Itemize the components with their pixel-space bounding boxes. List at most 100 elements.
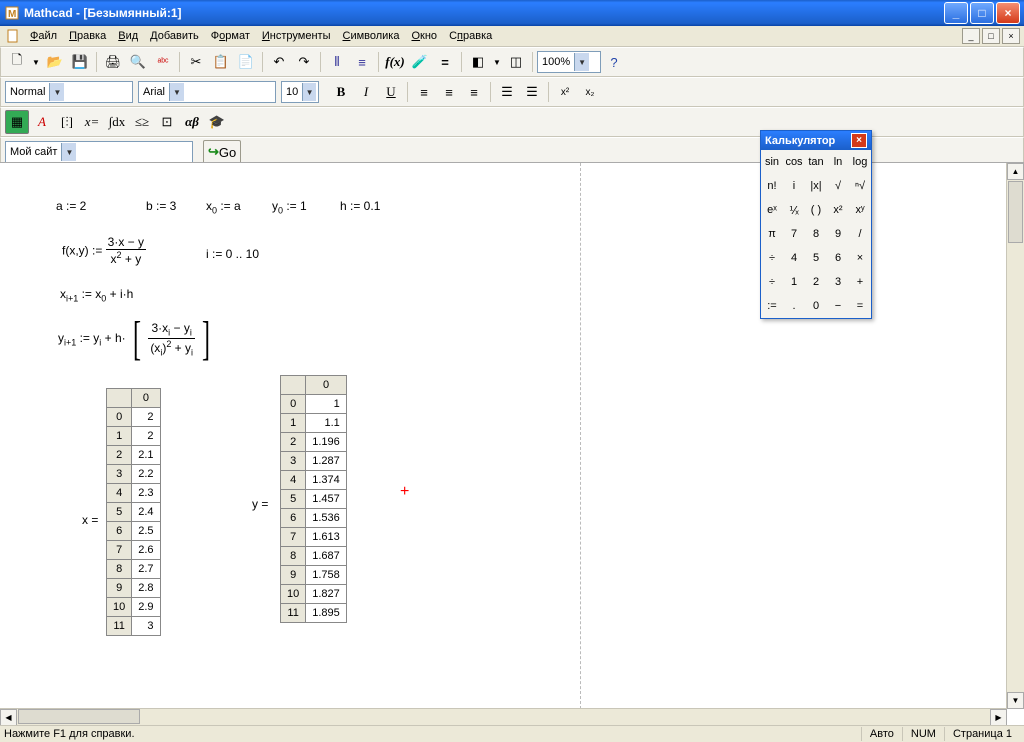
new-button[interactable]: 🗋 xyxy=(5,50,29,74)
table-row[interactable]: 01 xyxy=(281,395,347,414)
palette-key-2[interactable]: 2 xyxy=(805,270,827,294)
palette-key-n[interactable]: n! xyxy=(761,174,783,198)
palette-key-6[interactable]: 6 xyxy=(827,246,849,270)
palette-key-0[interactable]: 0 xyxy=(805,294,827,318)
open-button[interactable]: 📂 xyxy=(43,50,67,74)
table-row[interactable]: 41.374 xyxy=(281,471,347,490)
table-row[interactable]: 113 xyxy=(107,617,161,636)
table-row[interactable]: 81.687 xyxy=(281,547,347,566)
calculus-palette-button[interactable]: ∫dx xyxy=(105,110,129,134)
eq-yrec[interactable]: yi+1 := yi + h· [ 3·xi − yi (xi)2 + yi ] xyxy=(58,319,214,359)
palette-key-[interactable]: ( ) xyxy=(805,198,827,222)
palette-key-[interactable]: ÷ xyxy=(761,246,783,270)
table-row[interactable]: 52.4 xyxy=(107,503,161,522)
menu-view[interactable]: Вид xyxy=(112,28,144,44)
programming-palette-button[interactable]: ⊡ xyxy=(155,110,179,134)
eq-i[interactable]: i := 0 .. 10 xyxy=(206,247,259,261)
menu-symbolics[interactable]: Символика xyxy=(336,28,405,44)
palette-key-[interactable]: = xyxy=(849,294,871,318)
palette-key-[interactable]: := xyxy=(761,294,783,318)
palette-key-8[interactable]: 8 xyxy=(805,222,827,246)
palette-key-[interactable]: ⅟ₓ xyxy=(783,198,805,222)
units-button[interactable]: 🧪 xyxy=(408,50,432,74)
palette-key-ln[interactable]: ln xyxy=(827,150,849,174)
table-row[interactable]: 72.6 xyxy=(107,541,161,560)
eq-b[interactable]: b := 3 xyxy=(146,199,176,213)
preview-button[interactable]: 🔍 xyxy=(126,50,150,74)
aligncol-button[interactable]: ⫴ xyxy=(325,50,349,74)
scroll-up-button[interactable]: ▲ xyxy=(1007,163,1024,180)
table-row[interactable]: 111.895 xyxy=(281,604,347,623)
palette-key-e[interactable]: eˣ xyxy=(761,198,783,222)
aligncenter-button[interactable]: ≡ xyxy=(437,80,461,104)
table-row[interactable]: 101.827 xyxy=(281,585,347,604)
palette-key-3[interactable]: 3 xyxy=(827,270,849,294)
palette-key-x[interactable]: |x| xyxy=(805,174,827,198)
palette-titlebar[interactable]: Калькулятор × xyxy=(761,131,871,150)
x-table[interactable]: 0 021222.132.242.352.462.572.682.792.810… xyxy=(106,388,161,636)
calculator-palette[interactable]: Калькулятор × sincostanlnlogn!i|x|√ⁿ√eˣ⅟… xyxy=(760,130,872,319)
calc-button[interactable]: = xyxy=(433,50,457,74)
table-row[interactable]: 82.7 xyxy=(107,560,161,579)
style-select[interactable]: Normal▼ xyxy=(5,81,133,103)
table-row[interactable]: 11.1 xyxy=(281,414,347,433)
superscript-button[interactable]: x² xyxy=(553,80,577,104)
greek-palette-button[interactable]: αβ xyxy=(180,110,204,134)
function-button[interactable]: f(x) xyxy=(383,50,407,74)
palette-key-9[interactable]: 9 xyxy=(827,222,849,246)
y-table[interactable]: 0 0111.121.19631.28741.37451.45761.53671… xyxy=(280,375,347,623)
table-row[interactable]: 51.457 xyxy=(281,490,347,509)
palette-key-[interactable]: . xyxy=(783,294,805,318)
table-row[interactable]: 02 xyxy=(107,408,161,427)
alignleft-button[interactable]: ≡ xyxy=(412,80,436,104)
palette-key-tan[interactable]: tan xyxy=(805,150,827,174)
doc-minimize-button[interactable]: _ xyxy=(962,28,980,44)
scroll-down-button[interactable]: ▼ xyxy=(1007,692,1024,709)
print-button[interactable]: 🖨 xyxy=(101,50,125,74)
zoom-select[interactable]: 100%▼ xyxy=(537,51,601,73)
eq-h[interactable]: h := 0.1 xyxy=(340,199,380,213)
calculator-palette-button[interactable]: ▦ xyxy=(5,110,29,134)
eq-xrec[interactable]: xi+1 := x0 + i·h xyxy=(60,287,133,303)
table-row[interactable]: 62.5 xyxy=(107,522,161,541)
subscript-button[interactable]: x₂ xyxy=(578,80,602,104)
new-dropdown[interactable]: ▼ xyxy=(30,50,42,74)
palette-key-[interactable]: + xyxy=(849,270,871,294)
menu-window[interactable]: Окно xyxy=(405,28,443,44)
bullets-button[interactable]: ☰ xyxy=(495,80,519,104)
symbolic-palette-button[interactable]: 🎓 xyxy=(205,110,229,134)
palette-key-x[interactable]: x² xyxy=(827,198,849,222)
palette-key-log[interactable]: log xyxy=(849,150,871,174)
palette-close-button[interactable]: × xyxy=(851,133,867,148)
palette-key-cos[interactable]: cos xyxy=(783,150,805,174)
palette-key-4[interactable]: 4 xyxy=(783,246,805,270)
save-button[interactable]: 💾 xyxy=(68,50,92,74)
scroll-right-button[interactable]: ▶ xyxy=(990,709,1007,726)
font-select[interactable]: Arial▼ xyxy=(138,81,276,103)
menu-edit[interactable]: Правка xyxy=(63,28,112,44)
spellcheck-button[interactable]: ᵃᵇᶜ xyxy=(151,50,175,74)
eq-a[interactable]: a := 2 xyxy=(56,199,86,213)
maximize-button[interactable]: □ xyxy=(970,2,994,24)
numbers-button[interactable]: ☰ xyxy=(520,80,544,104)
boolean-palette-button[interactable]: ≤≥ xyxy=(130,110,154,134)
size-select[interactable]: 10▼ xyxy=(281,81,319,103)
vertical-scrollbar[interactable]: ▲ ▼ xyxy=(1006,163,1024,709)
doc-restore-button[interactable]: □ xyxy=(982,28,1000,44)
menu-format[interactable]: Формат xyxy=(205,28,256,44)
table-row[interactable]: 91.758 xyxy=(281,566,347,585)
menu-file[interactable]: Файл xyxy=(24,28,63,44)
table-row[interactable]: 42.3 xyxy=(107,484,161,503)
menu-tools[interactable]: Инструменты xyxy=(256,28,337,44)
palette-key-[interactable]: − xyxy=(827,294,849,318)
component-dropdown[interactable]: ▼ xyxy=(491,50,503,74)
ref-button[interactable]: ◫ xyxy=(504,50,528,74)
palette-key-sin[interactable]: sin xyxy=(761,150,783,174)
matrix-palette-button[interactable]: [⫶] xyxy=(55,110,79,134)
scroll-left-button[interactable]: ◀ xyxy=(0,709,17,726)
redo-button[interactable]: ↷ xyxy=(292,50,316,74)
table-row[interactable]: 12 xyxy=(107,427,161,446)
palette-key-[interactable]: ÷ xyxy=(761,270,783,294)
copy-button[interactable]: 📋 xyxy=(209,50,233,74)
site-select[interactable]: Мой сайт▼ xyxy=(5,141,193,163)
